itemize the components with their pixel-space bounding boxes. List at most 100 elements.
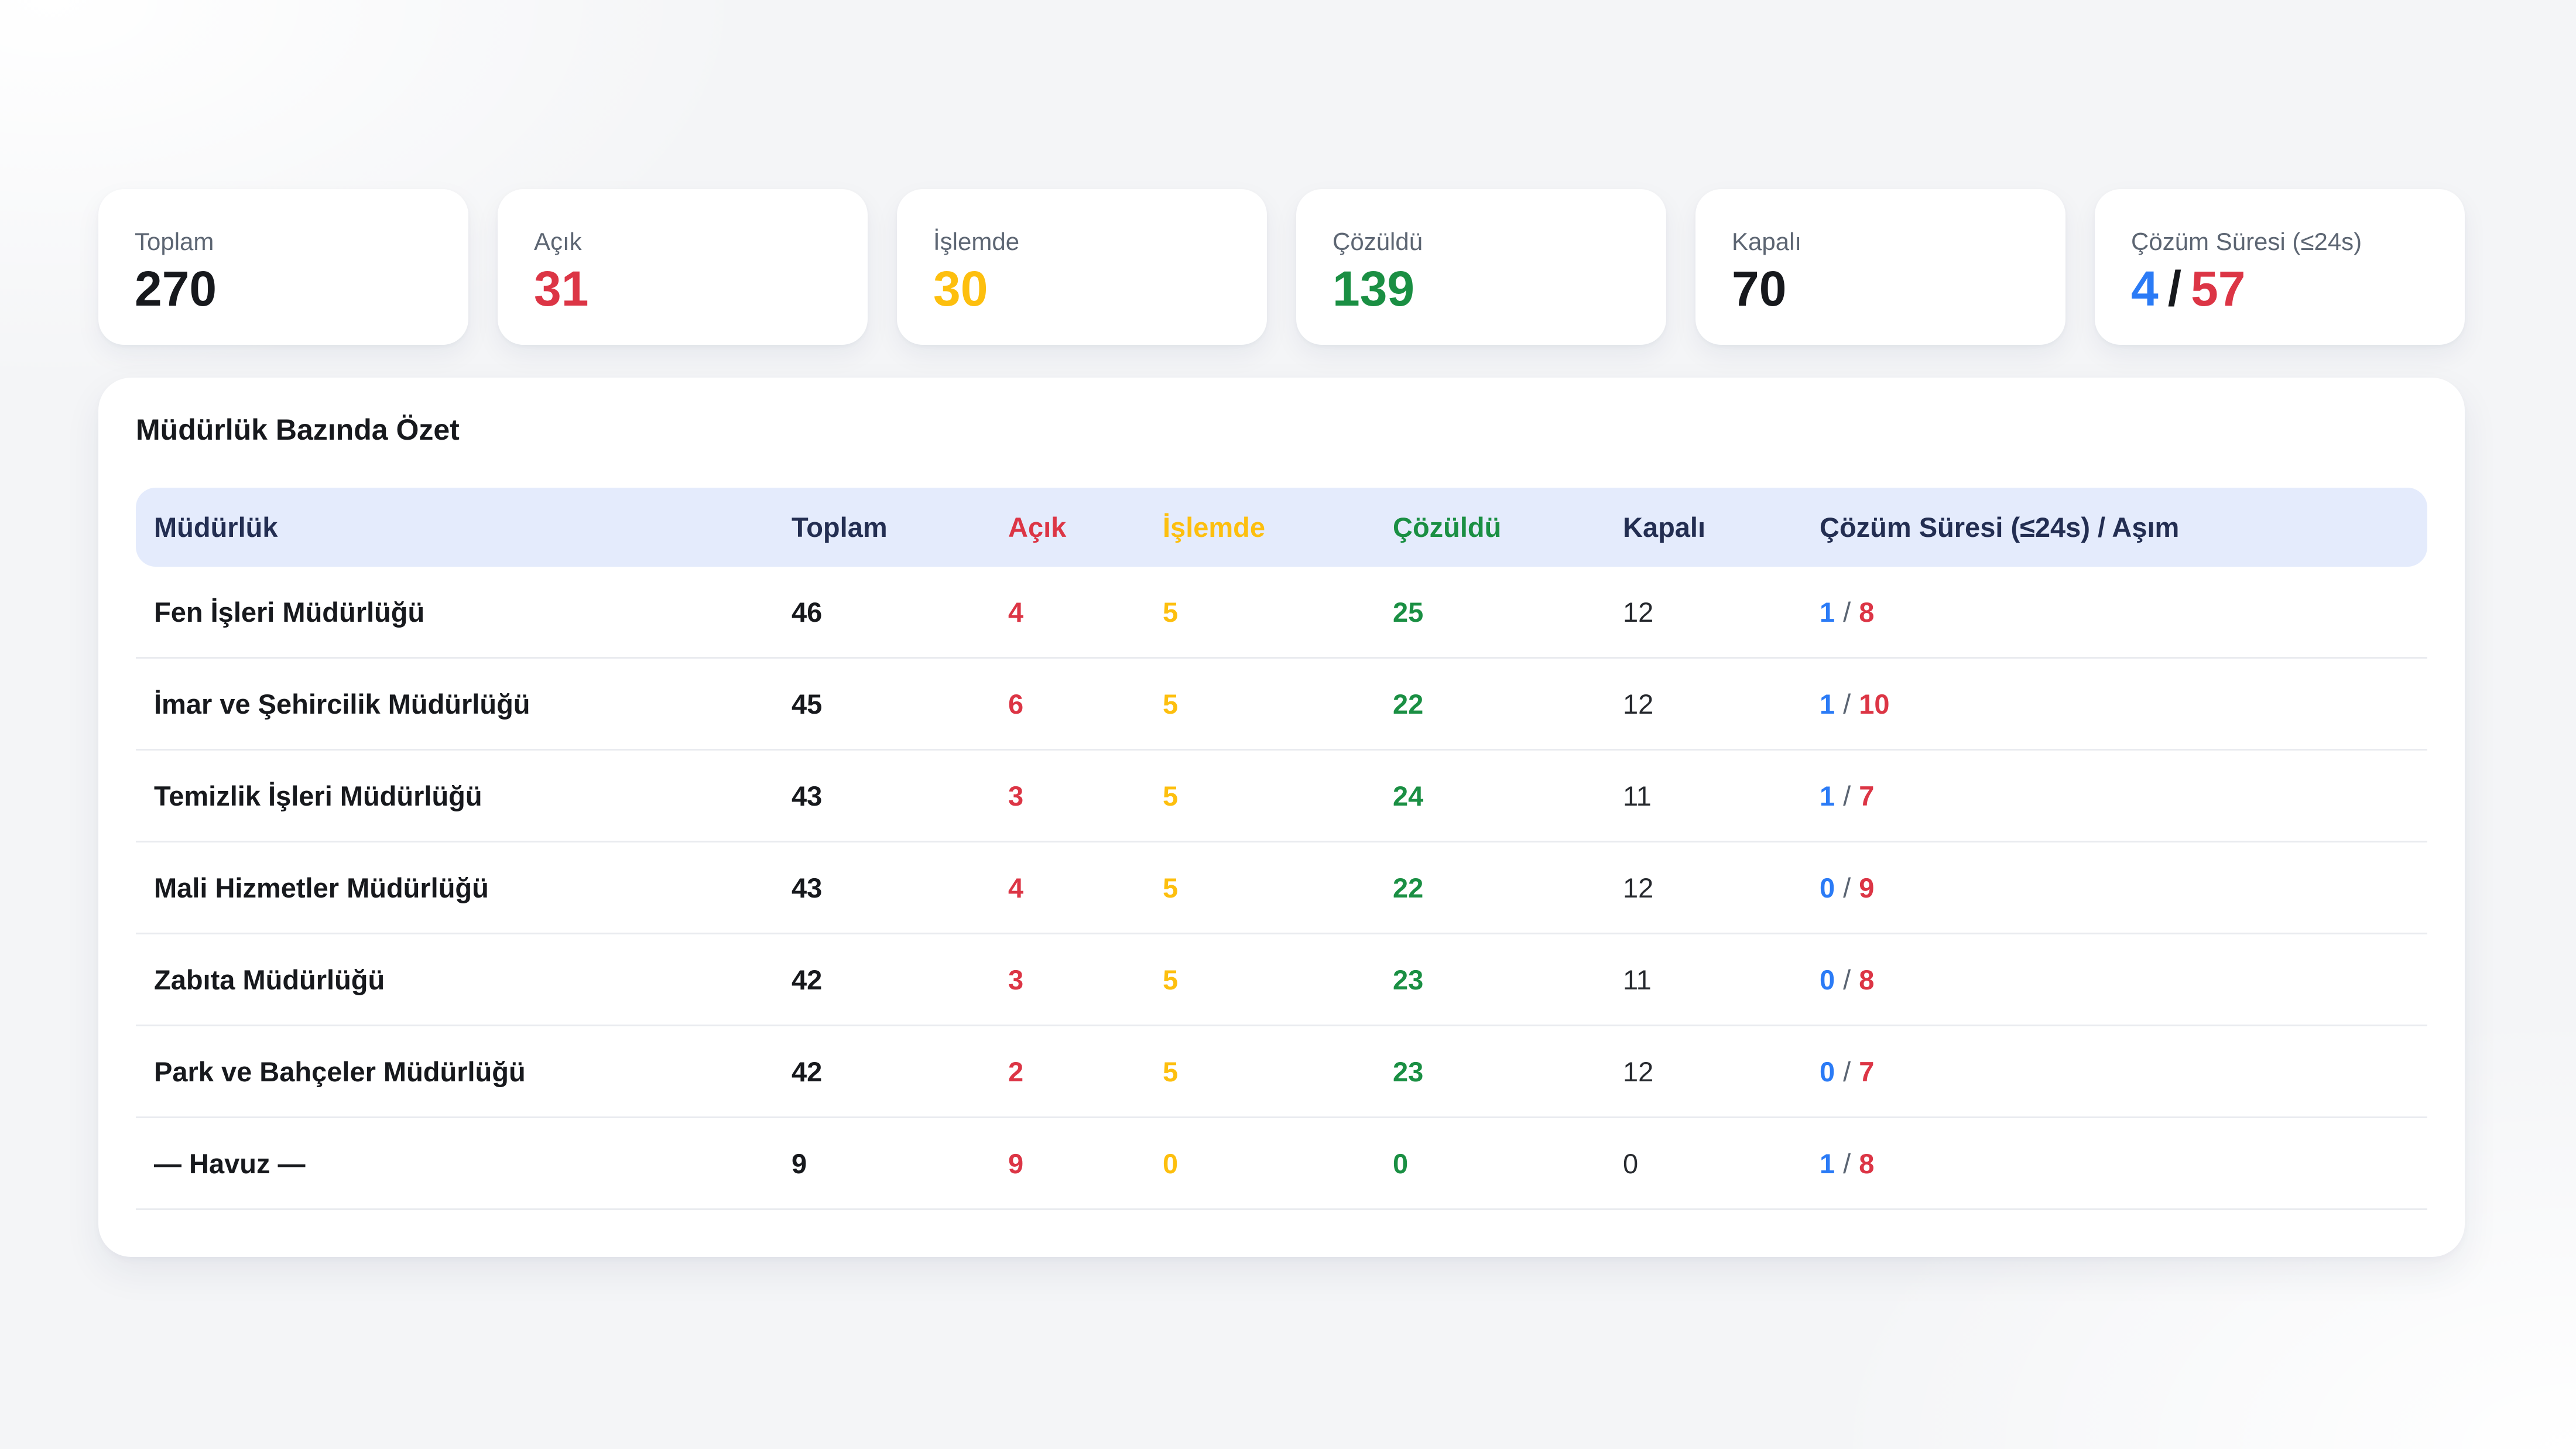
row-within-sla: 0 — [1820, 964, 1835, 995]
card-value-primary: 70 — [1732, 261, 1786, 316]
row-total: 42 — [792, 1056, 1008, 1088]
row-within-sla: 1 — [1820, 597, 1835, 628]
summary-card: İşlemde 30 — [897, 189, 1267, 345]
row-closed: 12 — [1623, 1056, 1820, 1088]
row-total: 46 — [792, 596, 1008, 628]
table-header-cell: Toplam — [792, 511, 1008, 543]
table-row: — Havuz — 9 9 0 0 0 1/8 — [136, 1118, 2427, 1210]
row-total: 43 — [792, 780, 1008, 812]
card-value: 139 — [1332, 263, 1649, 314]
row-resolved: 22 — [1393, 688, 1623, 720]
row-total: 45 — [792, 688, 1008, 720]
row-resolution-time: 1 / 8 — [1820, 1147, 2427, 1180]
table-row: Mali Hizmetler Müdürlüğü 43 4 5 22 12 0/… — [136, 842, 2427, 934]
table-header-cell: Kapalı — [1623, 511, 1820, 543]
row-in-progress: 5 — [1163, 596, 1393, 628]
card-value: 30 — [933, 263, 1249, 314]
row-sla-separator: / — [1843, 964, 1851, 995]
row-resolved: 0 — [1393, 1147, 1623, 1180]
row-resolved: 23 — [1393, 964, 1623, 996]
row-open: 9 — [1008, 1147, 1163, 1180]
summary-card: Toplam 270 — [98, 189, 468, 345]
table-row: Zabıta Müdürlüğü 42 3 5 23 11 0/8 — [136, 934, 2427, 1026]
row-sla-separator: / — [1843, 780, 1851, 811]
row-directorate-name: Temizlik İşleri Müdürlüğü — [154, 780, 792, 812]
row-sla-separator: / — [1843, 688, 1851, 720]
table-header-cell: Çözüm Süresi (≤24s) / Aşım — [1820, 511, 2427, 543]
row-directorate-name: Zabıta Müdürlüğü — [154, 964, 792, 996]
row-open: 3 — [1008, 964, 1163, 996]
row-total: 42 — [792, 964, 1008, 996]
table-body: Fen İşleri Müdürlüğü 46 4 5 25 12 1/8 İm… — [136, 567, 2427, 1210]
summary-card: Çözüm Süresi (≤24s) 4/57 — [2095, 189, 2465, 345]
row-resolution-time: 0/9 — [1820, 872, 2427, 904]
row-sla-overdue: 7 — [1859, 780, 1874, 811]
row-within-sla: 1 — [1820, 1148, 1835, 1179]
row-resolution-time: 0 / 8 — [1820, 964, 2427, 996]
card-label: İşlemde — [933, 228, 1249, 256]
row-directorate-name: Park ve Bahçeler Müdürlüğü — [154, 1056, 792, 1088]
table-header-cell: Çözüldü — [1393, 511, 1623, 543]
row-closed: 12 — [1623, 596, 1820, 628]
card-label: Kapalı — [1732, 228, 2048, 256]
summary-card: Çözüldü 139 — [1296, 189, 1666, 345]
panel-title: Müdürlük Bazında Özet — [136, 413, 2427, 447]
summary-cards: Toplam 270 Açık 31 İşlemde 30 Çözüldü 13… — [98, 189, 2465, 345]
card-value-separator: / — [2168, 261, 2181, 316]
row-in-progress: 5 — [1163, 688, 1393, 720]
row-sla-overdue: 8 — [1859, 1148, 1874, 1179]
card-value-primary: 31 — [534, 261, 588, 316]
table-header-cell: Açık — [1008, 511, 1163, 543]
row-open: 4 — [1008, 872, 1163, 904]
row-closed: 12 — [1623, 872, 1820, 904]
row-directorate-name: Mali Hizmetler Müdürlüğü — [154, 872, 792, 904]
summary-card: Kapalı 70 — [1695, 189, 2065, 345]
card-value: 31 — [534, 263, 850, 314]
row-directorate-name: Fen İşleri Müdürlüğü — [154, 596, 792, 628]
row-in-progress: 5 — [1163, 780, 1393, 812]
row-resolution-time: 1/10 — [1820, 688, 2427, 720]
row-in-progress: 5 — [1163, 872, 1393, 904]
row-resolution-time: 0/7 — [1820, 1056, 2427, 1088]
row-closed: 0 — [1623, 1147, 1820, 1180]
row-resolved: 25 — [1393, 596, 1623, 628]
row-resolution-time: 1 / 8 — [1820, 596, 2427, 628]
row-sla-overdue: 8 — [1859, 597, 1874, 628]
table-row: Park ve Bahçeler Müdürlüğü 42 2 5 23 12 … — [136, 1026, 2427, 1118]
row-directorate-name: — Havuz — — [154, 1147, 792, 1180]
card-value-primary: 30 — [933, 261, 988, 316]
row-sla-overdue: 7 — [1859, 1056, 1874, 1087]
card-label: Açık — [534, 228, 850, 256]
row-open: 3 — [1008, 780, 1163, 812]
card-label: Çözüldü — [1332, 228, 1649, 256]
row-open: 4 — [1008, 596, 1163, 628]
row-sla-separator: / — [1843, 1148, 1851, 1179]
row-in-progress: 5 — [1163, 1056, 1393, 1088]
row-sla-overdue: 8 — [1859, 964, 1874, 995]
card-value-primary: 270 — [135, 261, 217, 316]
table-header-cell: İşlemde — [1163, 511, 1393, 543]
table-row: Temizlik İşleri Müdürlüğü 43 3 5 24 11 1… — [136, 751, 2427, 842]
row-within-sla: 1 — [1820, 688, 1835, 720]
summary-card: Açık 31 — [498, 189, 868, 345]
row-total: 43 — [792, 872, 1008, 904]
table-header-cell: Müdürlük — [154, 511, 792, 543]
row-open: 2 — [1008, 1056, 1163, 1088]
row-sla-overdue: 9 — [1859, 872, 1874, 903]
row-sla-overdue: 10 — [1859, 688, 1889, 720]
row-sla-separator: / — [1843, 872, 1851, 903]
card-value: 70 — [1732, 263, 2048, 314]
card-value-secondary: 57 — [2191, 261, 2245, 316]
card-value-primary: 4 — [2131, 261, 2159, 316]
table-header: Müdürlük Toplam Açık İşlemde Çözüldü Kap… — [136, 488, 2427, 567]
row-resolved: 24 — [1393, 780, 1623, 812]
table-row: Fen İşleri Müdürlüğü 46 4 5 25 12 1 / 8 — [136, 567, 2427, 659]
row-sla-separator: / — [1843, 597, 1851, 628]
card-label: Çözüm Süresi (≤24s) — [2131, 228, 2447, 256]
row-within-sla: 0 — [1820, 1056, 1835, 1087]
row-resolved: 23 — [1393, 1056, 1623, 1088]
row-closed: 11 — [1623, 780, 1820, 812]
row-total: 9 — [792, 1147, 1008, 1180]
card-label: Toplam — [135, 228, 451, 256]
card-value: 4/57 — [2131, 263, 2447, 314]
